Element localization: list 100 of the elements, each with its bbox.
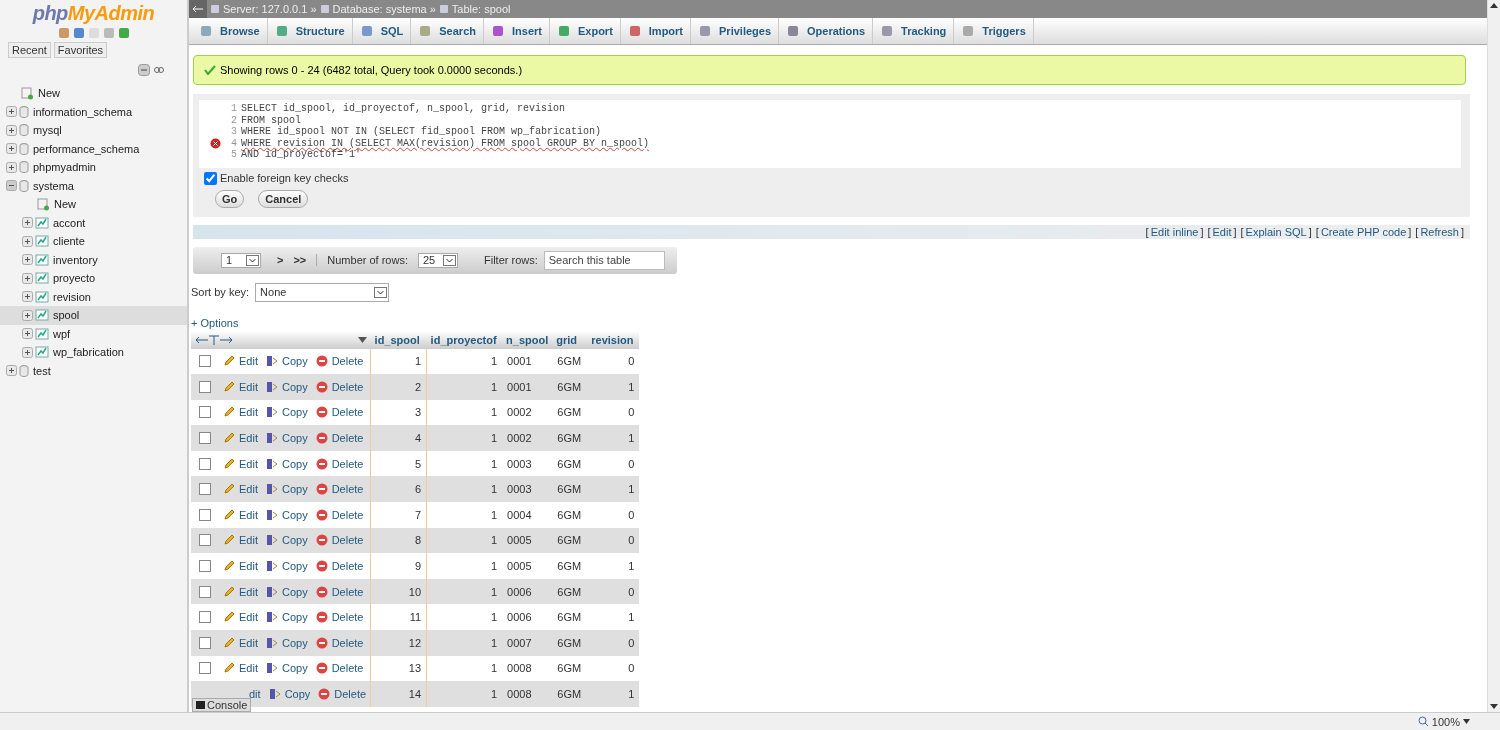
dropdown-icon[interactable]	[1463, 719, 1470, 724]
tab[interactable]: Operations	[779, 18, 874, 44]
expand-icon[interactable]	[22, 346, 33, 358]
scroll-down-icon[interactable]	[1490, 704, 1498, 709]
last-page-link[interactable]: >>	[293, 254, 307, 266]
sort-select[interactable]: None	[255, 282, 390, 302]
delete-link[interactable]: Delete	[331, 560, 364, 573]
delete-link[interactable]: Delete	[331, 585, 364, 598]
copy-link[interactable]: Copy	[281, 483, 308, 496]
tree-item[interactable]: cliente	[0, 232, 187, 251]
sidebar-tab[interactable]: Recent	[8, 42, 51, 58]
copy-link[interactable]: Copy	[281, 611, 308, 624]
row-checkbox[interactable]	[199, 560, 211, 573]
edit-link[interactable]: Edit	[239, 432, 258, 445]
row-checkbox[interactable]	[199, 483, 211, 496]
expand-icon[interactable]	[22, 254, 33, 266]
tab[interactable]: Privileges	[691, 18, 779, 44]
copy-link[interactable]: Copy	[281, 406, 308, 419]
copy-link[interactable]: Copy	[284, 688, 311, 700]
query-link[interactable]: Create PHP code	[1320, 225, 1407, 238]
delete-link[interactable]: Delete	[331, 406, 364, 419]
search-field[interactable]: Search this table	[543, 250, 665, 270]
edit-link[interactable]: Edit	[239, 406, 258, 419]
cancel-button[interactable]: Cancel	[258, 189, 309, 208]
column-header[interactable]: grid	[552, 330, 588, 349]
expand-icon[interactable]	[6, 161, 17, 173]
tree-item[interactable]: information_schema	[0, 102, 187, 121]
tab[interactable]: Import	[620, 18, 692, 44]
expand-icon[interactable]	[6, 143, 17, 155]
row-checkbox[interactable]	[199, 380, 211, 393]
edit-link[interactable]: dit	[249, 688, 261, 700]
sql-editor[interactable]	[199, 100, 1461, 168]
tree-item[interactable]: proyecto	[0, 269, 187, 288]
expand-icon[interactable]	[22, 291, 33, 303]
sidebar-tab[interactable]: Favorites	[53, 42, 108, 58]
tree-item[interactable]: systema	[0, 176, 187, 195]
expand-icon[interactable]	[22, 328, 33, 340]
tree-item[interactable]: performance_schema	[0, 139, 187, 158]
expand-icon[interactable]	[22, 272, 33, 284]
edit-link[interactable]: Edit	[239, 585, 258, 598]
dropdown-icon[interactable]	[357, 336, 367, 343]
row-checkbox[interactable]	[199, 585, 211, 598]
tab[interactable]: Structure	[267, 18, 353, 44]
edit-link[interactable]: Edit	[239, 457, 258, 470]
copy-link[interactable]: Copy	[281, 560, 308, 573]
edit-link[interactable]: Edit	[239, 380, 258, 393]
query-link[interactable]: Edit inline	[1150, 225, 1199, 238]
column-header[interactable]: id_proyectof	[426, 330, 503, 349]
copy-link[interactable]: Copy	[281, 508, 308, 521]
row-checkbox[interactable]	[199, 457, 211, 470]
row-checkbox[interactable]	[199, 662, 211, 675]
edit-link[interactable]: Edit	[239, 483, 258, 496]
tree-item[interactable]: mysql	[0, 121, 187, 140]
tab[interactable]: Tracking	[873, 18, 955, 44]
tree-item[interactable]: revision	[0, 287, 187, 306]
expand-icon[interactable]	[6, 365, 17, 377]
row-checkbox[interactable]	[199, 355, 211, 368]
tree-item[interactable]: inventory	[0, 250, 187, 269]
row-checkbox[interactable]	[199, 406, 211, 419]
delete-link[interactable]: Delete	[331, 611, 364, 624]
expand-icon[interactable]	[22, 235, 33, 247]
query-link[interactable]: Refresh	[1420, 225, 1459, 238]
delete-link[interactable]: Delete	[331, 355, 364, 368]
copy-link[interactable]: Copy	[281, 432, 308, 445]
edit-link[interactable]: Edit	[239, 611, 258, 624]
row-checkbox[interactable]	[199, 508, 211, 521]
checkbox[interactable]	[204, 171, 217, 185]
copy-link[interactable]: Copy	[281, 457, 308, 470]
column-header[interactable]: n_spool	[502, 330, 553, 349]
tab[interactable]: Browse	[192, 18, 268, 44]
delete-link[interactable]: Delete	[331, 662, 364, 675]
column-header[interactable]: id_spool	[370, 330, 427, 349]
collapse-all-icon[interactable]	[138, 64, 150, 76]
tree-item[interactable]: accont	[0, 213, 187, 232]
delete-link[interactable]: Delete	[331, 636, 364, 649]
rows-select[interactable]: 25	[418, 252, 458, 268]
tree-item[interactable]: wp_fabrication	[0, 343, 187, 362]
tab[interactable]: Insert	[484, 18, 550, 44]
go-button[interactable]: Go	[215, 189, 245, 208]
tab[interactable]: Export	[549, 18, 621, 44]
edit-link[interactable]: Edit	[239, 662, 258, 675]
row-checkbox[interactable]	[199, 611, 211, 624]
scroll-up-icon[interactable]	[1490, 3, 1498, 8]
tree-item[interactable]: phpmyadmin	[0, 158, 187, 177]
link-icon[interactable]	[153, 64, 165, 76]
tab[interactable]: Triggers	[954, 18, 1034, 44]
column-header[interactable]: revision	[587, 330, 640, 349]
expand-icon[interactable]	[22, 309, 33, 321]
delete-link[interactable]: Delete	[331, 508, 364, 521]
delete-link[interactable]: Delete	[331, 483, 364, 496]
edit-link[interactable]: Edit	[239, 355, 258, 368]
page-select[interactable]: 1	[221, 252, 261, 268]
tree-item[interactable]: New	[0, 195, 187, 214]
query-link[interactable]: Edit	[1212, 225, 1232, 238]
copy-link[interactable]: Copy	[281, 585, 308, 598]
edit-link[interactable]: Edit	[239, 560, 258, 573]
options-link[interactable]: + Options	[191, 316, 239, 329]
tree-item[interactable]: test	[0, 361, 187, 380]
tree-item[interactable]: wpf	[0, 324, 187, 343]
copy-link[interactable]: Copy	[281, 355, 308, 368]
